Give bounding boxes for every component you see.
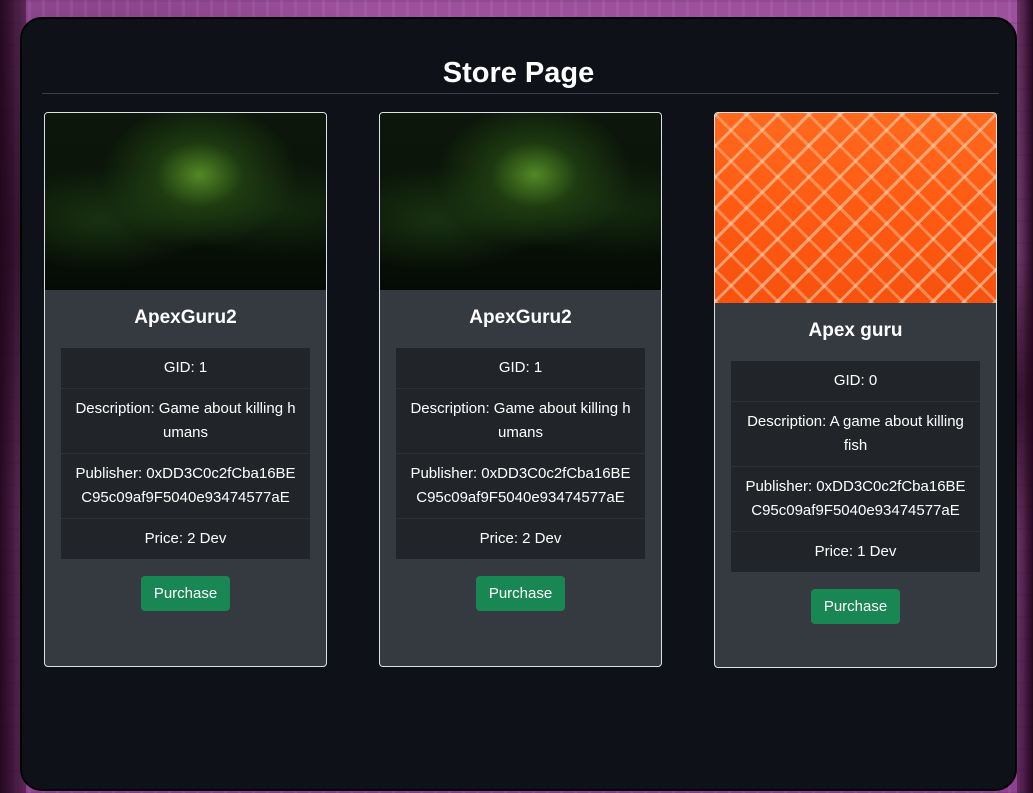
game-publisher: Publisher: 0xDD3C0c2fCba16BEC95c09af9F50… <box>61 454 310 519</box>
game-gid: GID: 0 <box>731 361 980 402</box>
game-gid: GID: 1 <box>396 348 645 389</box>
game-price: Price: 2 Dev <box>144 530 227 547</box>
game-description: Description: Game about killing humans <box>61 389 310 454</box>
game-name: ApexGuru2 <box>469 307 572 328</box>
card-body: ApexGuru2 GID: 1 Description: Game about… <box>380 290 661 611</box>
game-price: Price: 2 Dev <box>479 530 562 547</box>
game-card: ApexGuru2 GID: 1 Description: Game about… <box>379 112 662 667</box>
cannabis-plant-image <box>380 113 661 290</box>
salmon-fillet-image <box>715 113 996 303</box>
game-card: Apex guru GID: 0 Description: A game abo… <box>714 112 997 668</box>
game-info-list: GID: 1 Description: Game about killing h… <box>396 348 645 559</box>
cannabis-plant-image <box>45 113 326 290</box>
game-gid: GID: 1 <box>61 348 310 389</box>
game-description: Description: A game about killing fish <box>731 402 980 467</box>
game-description: Description: Game about killing humans <box>396 389 645 454</box>
game-publisher: Publisher: 0xDD3C0c2fCba16BEC95c09af9F50… <box>396 454 645 519</box>
store-panel: Store Page ApexGuru2 GID: 1 Description:… <box>20 17 1017 791</box>
game-card: ApexGuru2 GID: 1 Description: Game about… <box>44 112 327 667</box>
game-name: Apex guru <box>808 320 903 341</box>
purchase-button[interactable]: Purchase <box>140 576 231 611</box>
title-divider <box>42 93 999 94</box>
purchase-button[interactable]: Purchase <box>475 576 566 611</box>
game-publisher: Publisher: 0xDD3C0c2fCba16BEC95c09af9F50… <box>731 467 980 532</box>
card-body: ApexGuru2 GID: 1 Description: Game about… <box>45 290 326 611</box>
game-info-list: GID: 1 Description: Game about killing h… <box>61 348 310 559</box>
palm-tree-silhouette-right <box>1017 0 1033 793</box>
page-title: Store Page <box>442 57 595 89</box>
purchase-button[interactable]: Purchase <box>810 589 901 624</box>
game-info-list: GID: 0 Description: A game about killing… <box>731 361 980 572</box>
game-price: Price: 1 Dev <box>814 543 897 560</box>
card-body: Apex guru GID: 0 Description: A game abo… <box>715 303 996 624</box>
game-name: ApexGuru2 <box>134 307 237 328</box>
